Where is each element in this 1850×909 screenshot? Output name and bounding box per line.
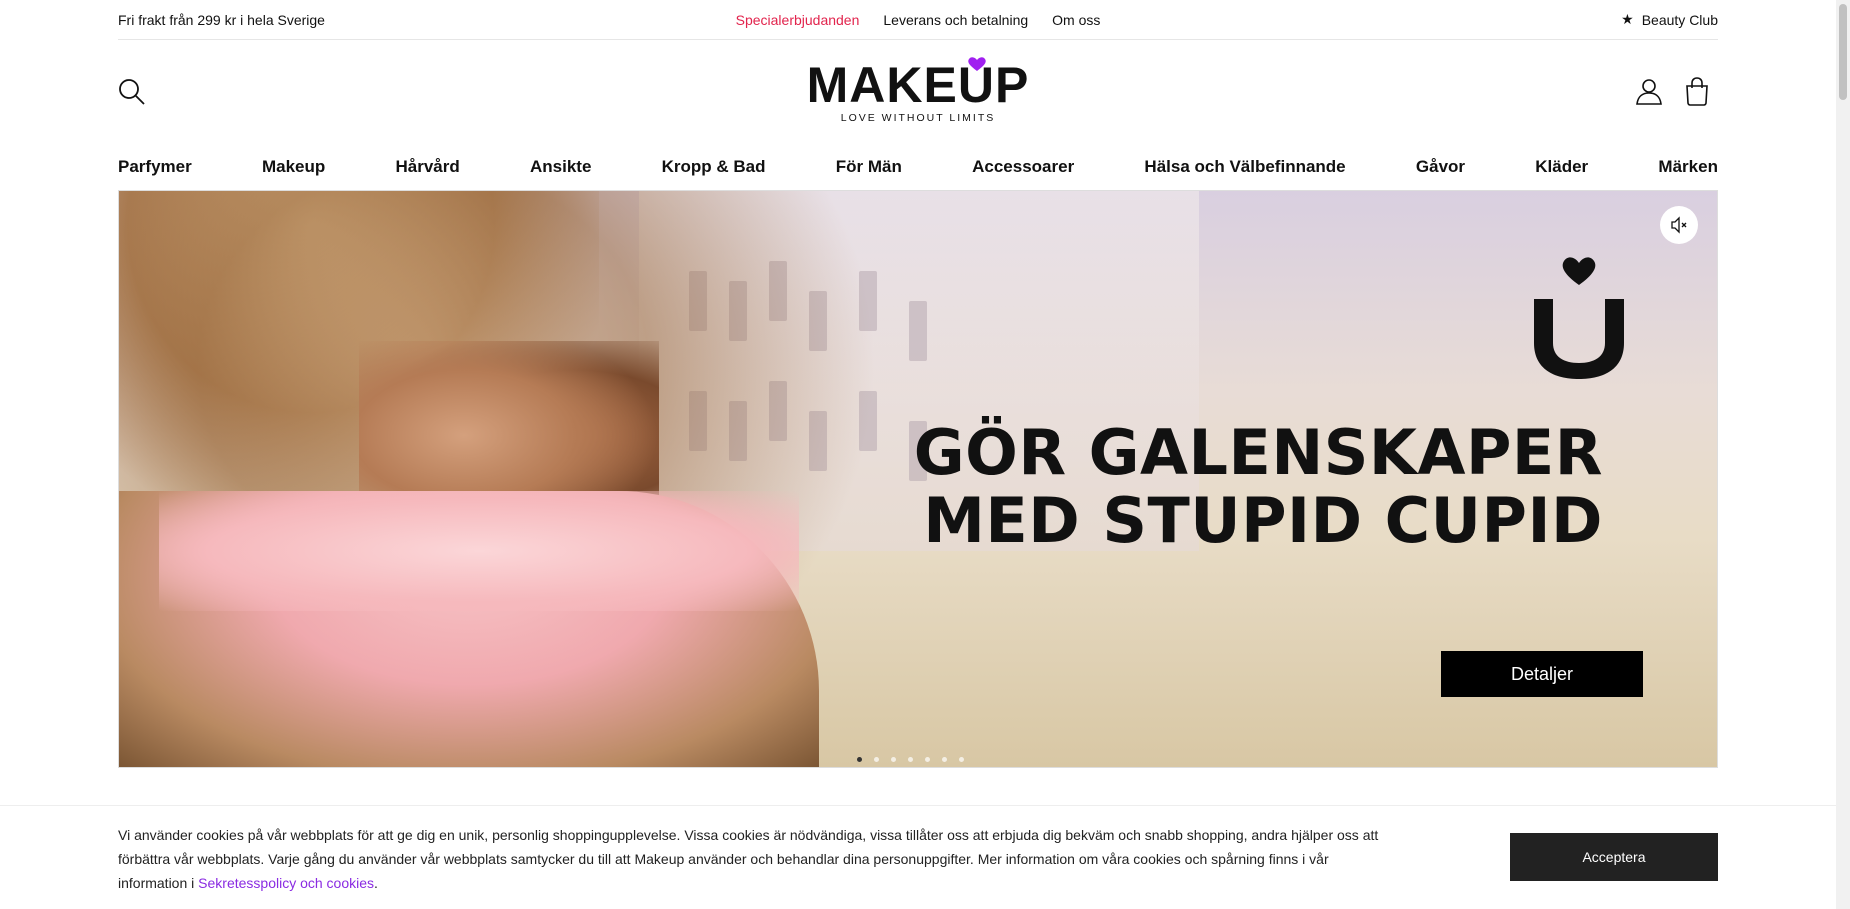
bag-icon	[1686, 77, 1708, 106]
carousel-dots	[857, 757, 964, 762]
nav-item-harvard[interactable]: Hårvård	[395, 157, 459, 177]
logo-wordmark: MAKEUP	[806, 57, 1030, 113]
free-shipping-text: Fri frakt från 299 kr i hela Sverige	[118, 11, 325, 28]
hero-headline-line-2: MED STUPID CUPID	[923, 484, 1603, 557]
volume-mute-icon	[1671, 216, 1687, 234]
hero-headline: GÖR GALENSKAPER MED STUPID CUPID	[859, 419, 1679, 555]
hero-foam-image	[159, 491, 799, 611]
top-link-about[interactable]: Om oss	[1052, 12, 1100, 28]
star-icon: ★	[1621, 11, 1634, 27]
nav-item-klader[interactable]: Kläder	[1535, 157, 1588, 177]
search-icon	[119, 79, 145, 105]
cart-button[interactable]	[1682, 76, 1712, 106]
carousel-dot[interactable]	[925, 757, 930, 762]
accept-cookies-button[interactable]: Acceptera	[1510, 833, 1718, 881]
account-icon	[1636, 79, 1662, 105]
top-bar: Fri frakt från 299 kr i hela Sverige Spe…	[118, 0, 1718, 40]
nav-item-accessoarer[interactable]: Accessoarer	[972, 157, 1074, 177]
nav-item-kropp-bad[interactable]: Kropp & Bad	[662, 157, 766, 177]
nav-item-gavor[interactable]: Gåvor	[1416, 157, 1465, 177]
scrollbar-thumb[interactable]	[1839, 4, 1847, 100]
carousel-dot[interactable]	[891, 757, 896, 762]
cookie-banner: Vi använder cookies på vår webbplats för…	[0, 805, 1836, 909]
nav-item-parfymer[interactable]: Parfymer	[118, 157, 192, 177]
site-header: MAKEUP LOVE WITHOUT LIMITS	[118, 40, 1718, 144]
site-logo[interactable]: MAKEUP LOVE WITHOUT LIMITS	[798, 56, 1038, 126]
carousel-dot[interactable]	[857, 757, 862, 762]
nav-item-ansikte[interactable]: Ansikte	[530, 157, 591, 177]
account-button[interactable]	[1634, 76, 1664, 106]
top-link-special-offers[interactable]: Specialerbjudanden	[736, 12, 860, 28]
stupid-cupid-logo-icon	[1534, 257, 1624, 379]
main-nav: Parfymer Makeup Hårvård Ansikte Kropp & …	[118, 144, 1718, 190]
cookie-text-end: .	[374, 875, 378, 891]
carousel-dot[interactable]	[959, 757, 964, 762]
beauty-club-label: Beauty Club	[1641, 11, 1718, 28]
cookie-text: Vi använder cookies på vår webbplats för…	[118, 823, 1388, 895]
carousel-dot[interactable]	[874, 757, 879, 762]
heart-logo-icon	[968, 57, 986, 71]
top-link-delivery[interactable]: Leverans och betalning	[883, 12, 1028, 28]
nav-item-makeup[interactable]: Makeup	[262, 157, 325, 177]
carousel-dot[interactable]	[942, 757, 947, 762]
details-button[interactable]: Detaljer	[1441, 651, 1643, 697]
carousel-dot[interactable]	[908, 757, 913, 762]
nav-item-marken[interactable]: Märken	[1658, 157, 1718, 177]
page-scrollbar[interactable]	[1836, 0, 1850, 909]
privacy-policy-link[interactable]: Sekretesspolicy och cookies	[198, 875, 374, 891]
nav-item-for-man[interactable]: För Män	[836, 157, 902, 177]
mute-button[interactable]	[1660, 206, 1698, 244]
nav-item-halsa[interactable]: Hälsa och Välbefinnande	[1144, 157, 1345, 177]
search-button[interactable]	[118, 78, 146, 106]
hero-headline-line-1: GÖR GALENSKAPER	[913, 416, 1603, 489]
beauty-club-link[interactable]: ★ Beauty Club	[1621, 11, 1718, 28]
hero-banner[interactable]: GÖR GALENSKAPER MED STUPID CUPID Detalje…	[118, 190, 1718, 768]
top-links: Specialerbjudanden Leverans och betalnin…	[118, 0, 1718, 40]
